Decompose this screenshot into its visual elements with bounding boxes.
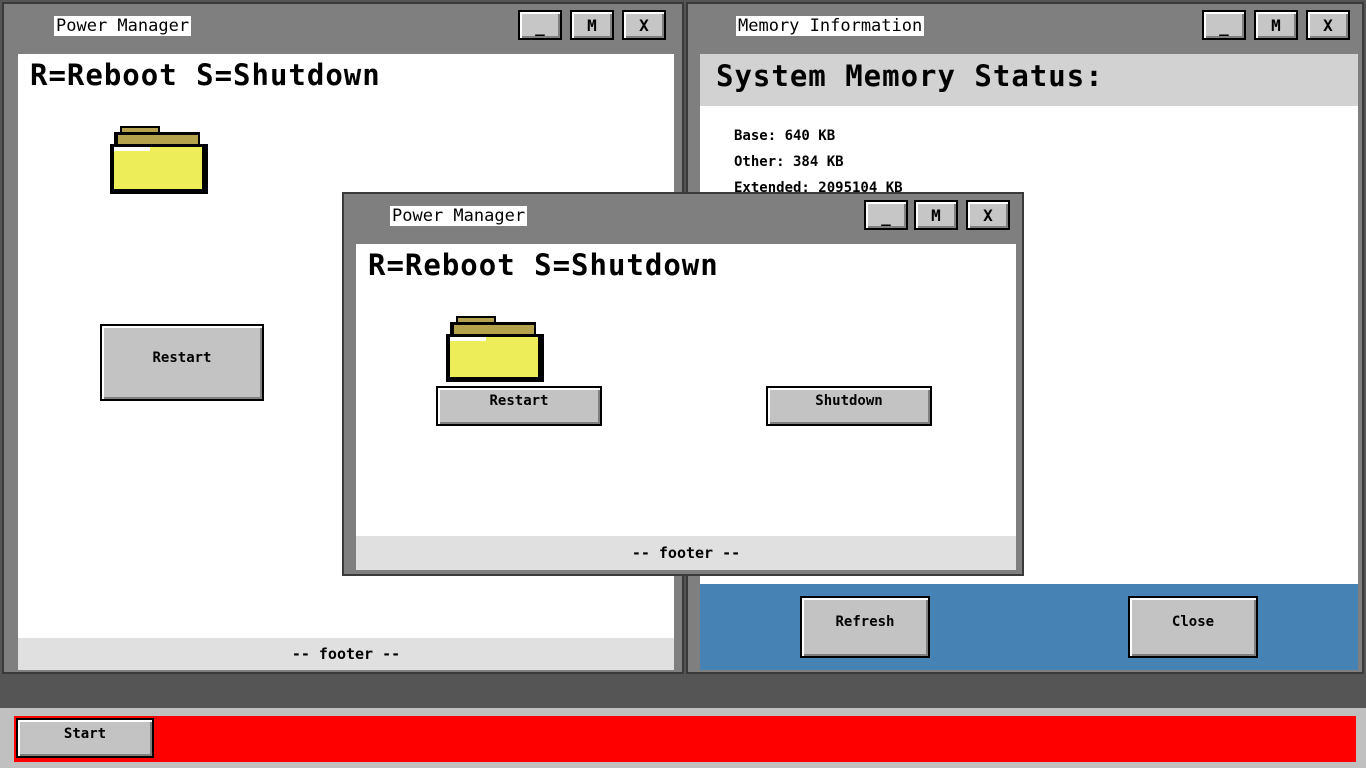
folder-icon (446, 316, 544, 382)
window-title: Power Manager (54, 16, 192, 36)
memory-other: Other: 384 KB (734, 154, 844, 170)
power-manager-window-front: Power Manager _ M X R=Reboot S=Shutdown … (342, 192, 1024, 576)
shutdown-button[interactable]: Shutdown (766, 386, 932, 426)
window-title: Power Manager (390, 206, 528, 226)
folder-icon (110, 126, 208, 194)
window-content: R=Reboot S=Shutdown Restart Shutdown -- … (356, 244, 1016, 570)
minimize-button[interactable]: _ (1202, 10, 1246, 40)
close-dialog-button[interactable]: Close (1128, 596, 1258, 658)
window-heading: R=Reboot S=Shutdown (30, 58, 381, 92)
minimize-button[interactable]: _ (864, 200, 908, 230)
window-footer: -- footer -- (18, 638, 674, 670)
title-bar[interactable]: Power Manager _ M X (344, 194, 1022, 234)
maximize-button[interactable]: M (914, 200, 958, 230)
maximize-button[interactable]: M (570, 10, 614, 40)
restart-button[interactable]: Restart (436, 386, 602, 426)
memory-heading: System Memory Status: (716, 59, 1104, 93)
title-bar[interactable]: Memory Information _ M X (688, 4, 1362, 44)
refresh-button[interactable]: Refresh (800, 596, 930, 658)
maximize-button[interactable]: M (1254, 10, 1298, 40)
window-footer: -- footer -- (356, 536, 1016, 570)
close-button[interactable]: X (1306, 10, 1350, 40)
window-title: Memory Information (736, 16, 925, 36)
button-panel (700, 584, 1358, 670)
memory-base: Base: 640 KB (734, 128, 836, 144)
start-button[interactable]: Start (16, 718, 154, 758)
minimize-button[interactable]: _ (518, 10, 562, 40)
taskbar: Start (0, 708, 1366, 768)
title-bar[interactable]: Power Manager _ M X (4, 4, 682, 44)
close-button[interactable]: X (622, 10, 666, 40)
close-button[interactable]: X (966, 200, 1010, 230)
window-heading: R=Reboot S=Shutdown (368, 248, 719, 282)
restart-button[interactable]: Restart (100, 324, 264, 401)
taskbar-strip (14, 716, 1356, 762)
